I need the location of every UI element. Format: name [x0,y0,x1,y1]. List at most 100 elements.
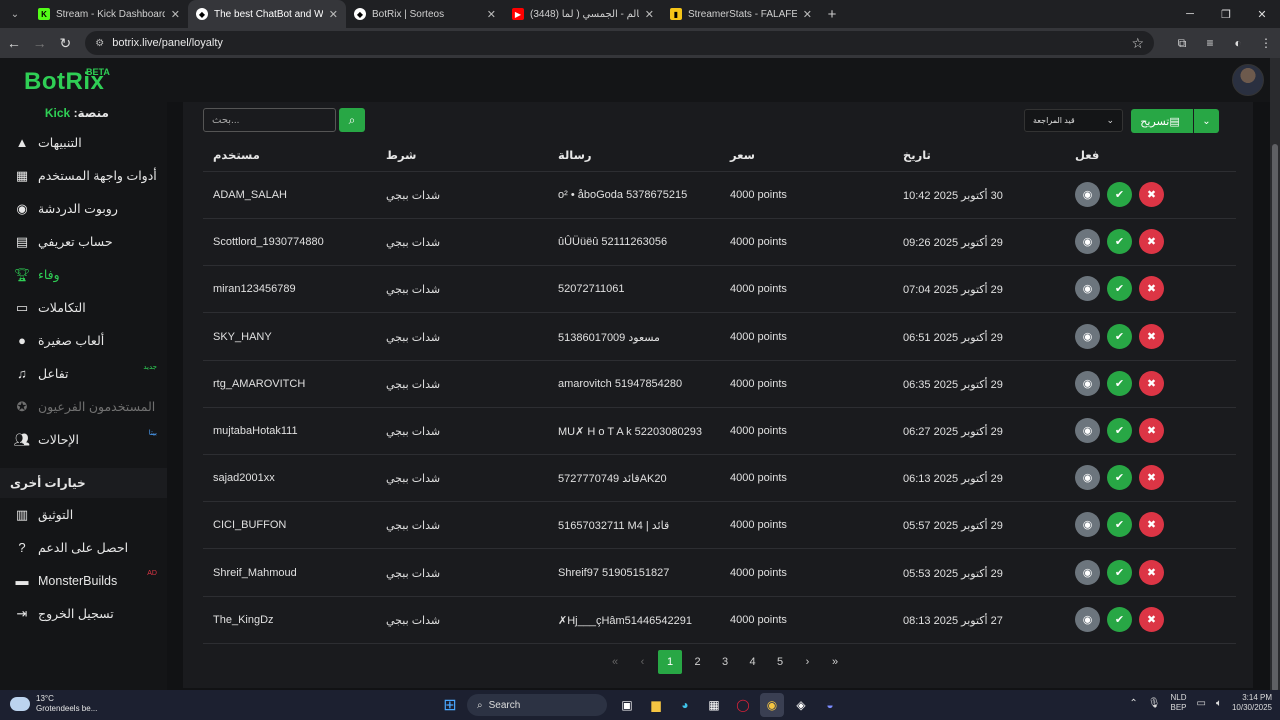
new-tab-button[interactable]: + [820,6,844,23]
approve-button[interactable]: ✔ [1107,182,1132,207]
back-icon[interactable]: ← [2,31,26,55]
close-window-icon[interactable]: ✕ [1244,0,1280,28]
last-page-icon[interactable]: » [823,650,847,674]
status-filter-select[interactable]: قيد المراجعة ⌄ [1024,109,1123,132]
page-link[interactable]: 4 [741,650,765,674]
browser-tab[interactable]: ◆ BotRix | Sorteos ✕ [346,0,504,28]
view-button[interactable]: ◉ [1075,182,1100,207]
reject-button[interactable]: ✖ [1139,465,1164,491]
sidebar-item-logout[interactable]: ⇥ تسجيل الخروج [0,597,167,630]
approve-button[interactable]: ✔ [1107,276,1132,302]
export-dropdown-button[interactable]: ⌄ [1194,109,1219,133]
weather-widget[interactable]: 13°C Grotendeels be... [10,694,97,714]
view-button[interactable]: ◉ [1075,370,1100,396]
view-button[interactable]: ◉ [1075,465,1100,491]
search-button[interactable]: ⌕ [339,108,365,132]
store-icon[interactable]: ▦ [702,693,726,717]
reject-button[interactable]: ✖ [1139,606,1164,632]
approve-button[interactable]: ✔ [1107,418,1132,443]
close-icon[interactable]: ✕ [803,8,812,21]
url-field[interactable]: ⚙ botrix.live/panel/loyalty ☆ [85,31,1155,55]
task-view-icon[interactable]: ▣ [615,693,639,717]
maximize-icon[interactable]: ❐ [1208,0,1244,28]
page-link[interactable]: 5 [768,650,792,674]
windows-start-icon[interactable]: ⊞ [438,693,462,717]
network-icon[interactable]: ▭ [1197,698,1206,709]
browser-tab[interactable]: ▮ StreamerStats - FALAFELCO Pro ✕ [662,0,820,28]
discord-icon[interactable]: ◒ [818,693,842,717]
close-icon[interactable]: ✕ [171,8,180,21]
edge-icon[interactable]: ◕ [673,693,697,717]
approve-button[interactable]: ✔ [1107,465,1132,491]
media-icon[interactable]: ≡ [1196,36,1224,51]
menu-icon[interactable]: ⋮ [1252,36,1280,51]
close-icon[interactable]: ✕ [487,8,496,21]
sidebar-item-subusers[interactable]: ✪ المستخدمون الفرعيون [0,390,167,423]
avatar[interactable] [1232,64,1264,96]
page-link[interactable]: 2 [686,650,710,674]
approve-button[interactable]: ✔ [1107,229,1132,255]
reload-icon[interactable]: ↻ [54,31,78,55]
reject-button[interactable]: ✖ [1139,276,1164,302]
page-scrollbar[interactable] [1270,58,1280,692]
forward-icon[interactable]: → [28,31,52,55]
taskbar-search[interactable]: ⌕ Search [467,694,607,716]
view-button[interactable]: ◉ [1075,229,1100,255]
reject-button[interactable]: ✖ [1139,418,1164,443]
app-icon[interactable]: ◈ [789,693,813,717]
first-page-icon[interactable]: « [603,650,627,674]
view-button[interactable]: ◉ [1075,323,1100,349]
approve-button[interactable]: ✔ [1107,370,1132,396]
sidebar-item-widgets[interactable]: ▦ أدوات واجهة المستخدم [0,159,167,192]
profile-icon[interactable]: ◐ [1224,36,1252,51]
close-icon[interactable]: ✕ [329,8,338,21]
export-button[interactable]: تسريح ▤ [1131,109,1193,133]
view-button[interactable]: ◉ [1075,559,1100,585]
sidebar-item-profile[interactable]: ▤ حساب تعريفي [0,225,167,258]
approve-button[interactable]: ✔ [1107,559,1132,585]
reject-button[interactable]: ✖ [1139,370,1164,396]
view-button[interactable]: ◉ [1075,276,1100,302]
view-button[interactable]: ◉ [1075,606,1100,632]
chrome-icon[interactable]: ◉ [760,693,784,717]
tab-search-button[interactable]: ⌄ [4,4,26,24]
page-link[interactable]: 1 [658,650,682,674]
sidebar-item-integrations[interactable]: ▭ التكاملات [0,291,167,324]
browser-tab[interactable]: K Stream - Kick Dashboard ✕ [30,0,188,28]
sidebar-item-chatbot[interactable]: ◉ روبوت الدردشة [0,192,167,225]
microphone-icon[interactable]: 🎙︎ [1148,698,1161,709]
browser-tab[interactable]: ▶ (3448) سليم سالم - الجمسي ( لما ✕ [504,0,662,28]
extensions-icon[interactable]: ⧉ [1168,36,1196,51]
reject-button[interactable]: ✖ [1139,559,1164,585]
scrollbar-thumb[interactable] [1272,144,1278,692]
approve-button[interactable]: ✔ [1107,606,1132,632]
volume-icon[interactable]: 🔈︎ [1216,698,1222,709]
sidebar-item-docs[interactable]: ▥ التوثيق [0,498,167,531]
prev-page-icon[interactable]: ‹ [631,650,655,674]
sidebar-item-minigames[interactable]: ● ألعاب صغيرة [0,324,167,357]
sidebar-item-monsterbuilds[interactable]: ▬ MonsterBuilds AD [0,564,167,597]
page-link[interactable]: 3 [713,650,737,674]
search-input[interactable]: ...بحث [203,108,336,132]
view-button[interactable]: ◉ [1075,418,1100,443]
close-icon[interactable]: ✕ [645,8,654,21]
next-page-icon[interactable]: › [796,650,820,674]
reject-button[interactable]: ✖ [1139,323,1164,349]
sidebar-item-alerts[interactable]: ▲ التنبيهات [0,126,167,159]
clock[interactable]: 3:14 PM 10/30/2025 [1232,693,1272,713]
approve-button[interactable]: ✔ [1107,512,1132,538]
approve-button[interactable]: ✔ [1107,323,1132,349]
minimize-icon[interactable]: ─ [1172,0,1208,28]
chevron-up-icon[interactable]: ⌃ [1129,698,1137,709]
sidebar-item-loyalty[interactable]: 🏆︎ وفاء [0,258,167,291]
view-button[interactable]: ◉ [1075,512,1100,538]
sidebar-item-interaction[interactable]: ♫ تفاعل جديد [0,357,167,390]
bookmark-star-icon[interactable]: ☆ [1131,35,1144,52]
reject-button[interactable]: ✖ [1139,229,1164,255]
sidebar-item-support[interactable]: ? احصل على الدعم [0,531,167,564]
opera-icon[interactable]: ◯ [731,693,755,717]
site-info-icon[interactable]: ⚙ [95,38,104,49]
file-explorer-icon[interactable]: ▆ [644,693,668,717]
reject-button[interactable]: ✖ [1139,512,1164,538]
sidebar-item-referrals[interactable]: 👥︎ الإحالات بيتا [0,423,167,456]
